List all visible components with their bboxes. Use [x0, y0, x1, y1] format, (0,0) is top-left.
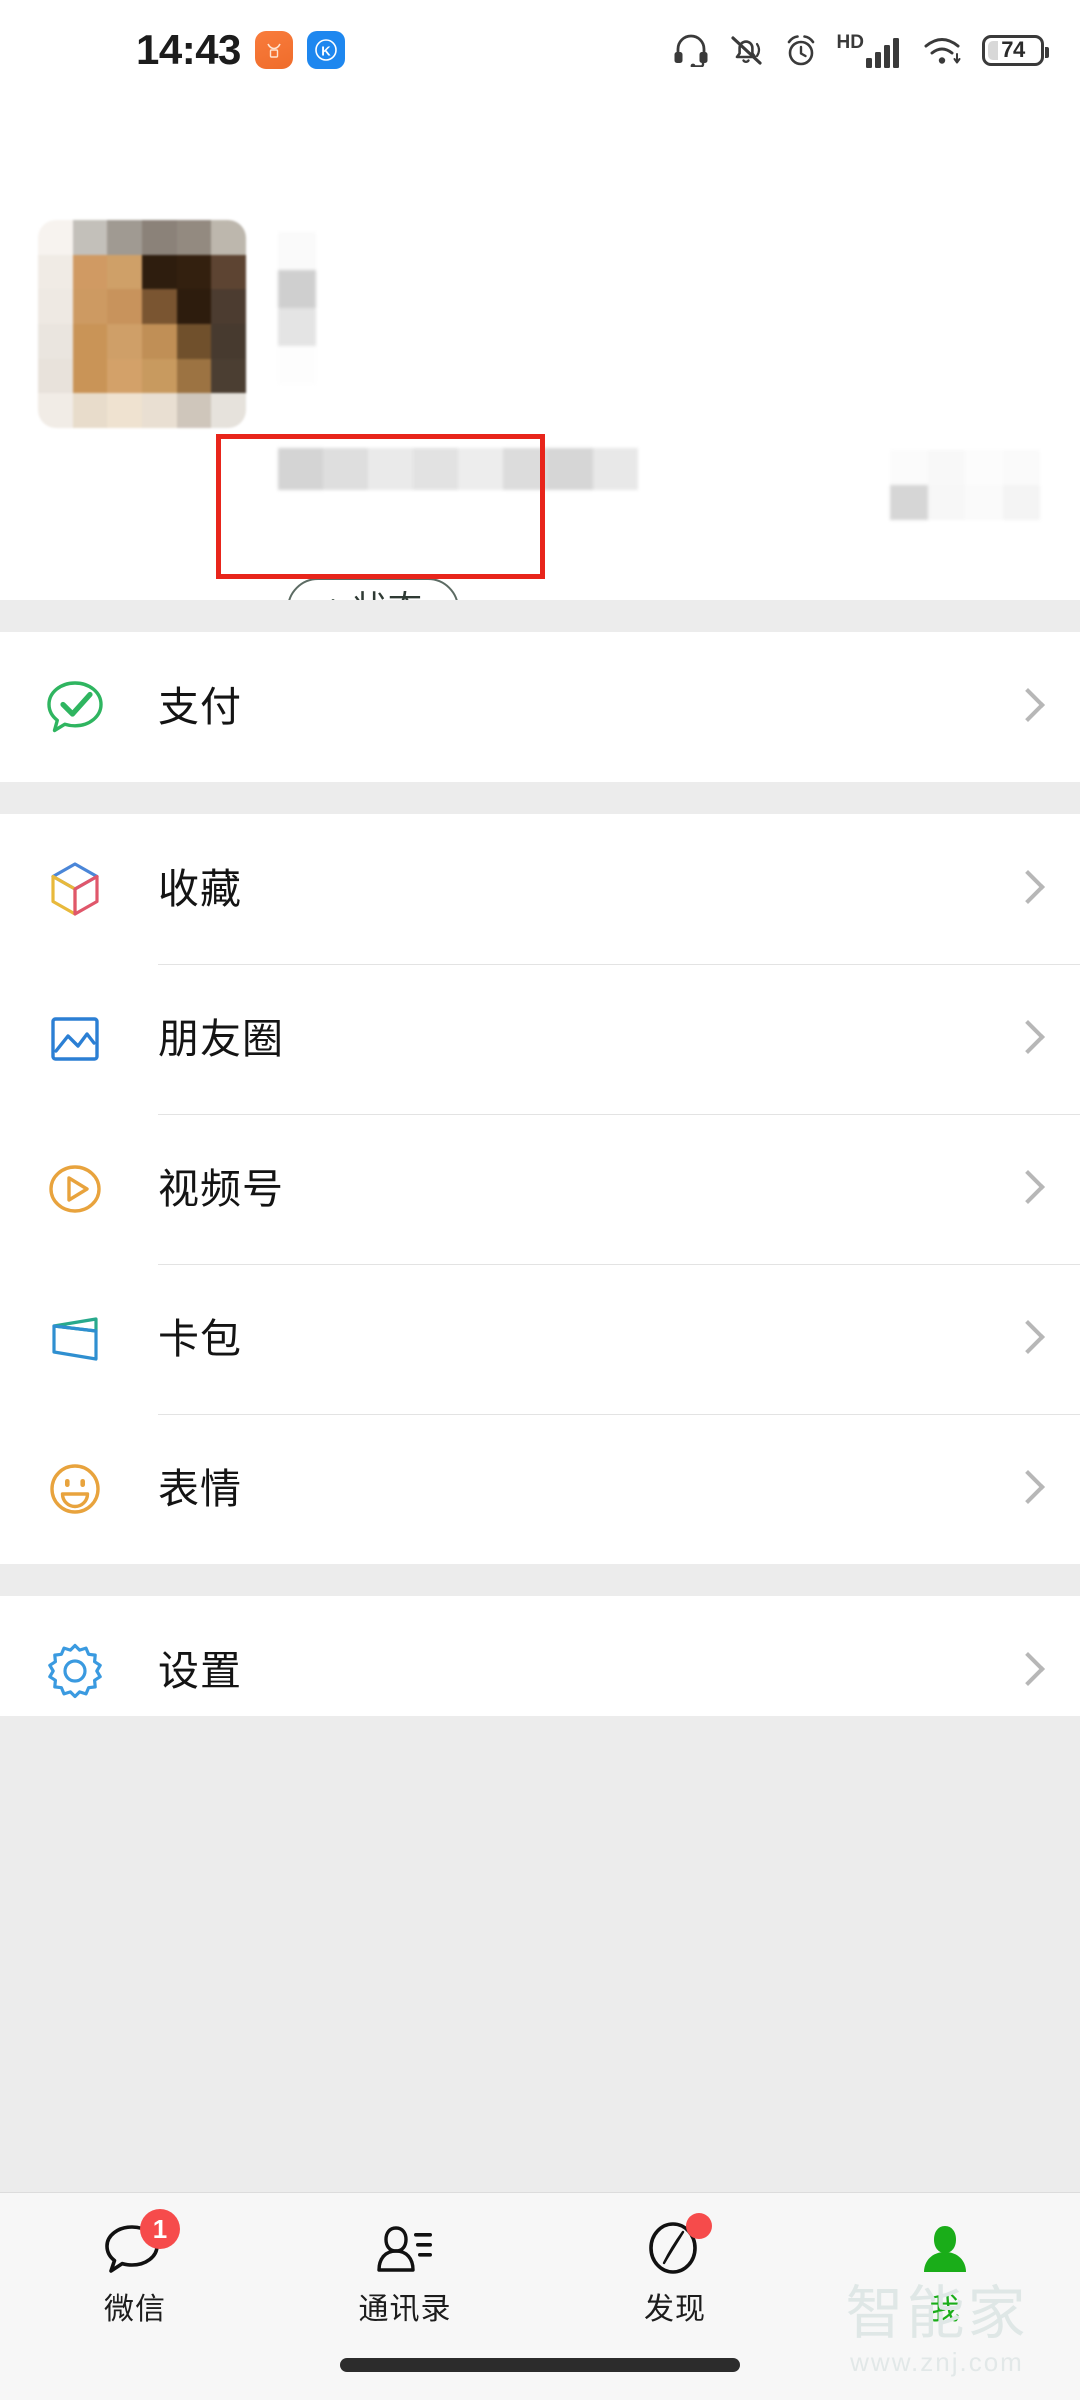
menu-item-label: 朋友圈: [158, 1015, 284, 1062]
chat-icon: 1: [96, 2209, 180, 2287]
tab-me[interactable]: 我: [810, 2193, 1080, 2400]
status-bar-right: HD 74: [672, 32, 1049, 68]
me-icon: [906, 2213, 984, 2287]
alarm-clock-icon: [782, 32, 820, 68]
status-bar-left: 14:43 K: [136, 29, 345, 71]
wifi-icon: [923, 33, 965, 67]
pay-icon: [38, 670, 112, 744]
status-bar-clock: 14:43: [136, 26, 241, 73]
menu-item-moments[interactable]: 朋友圈: [0, 964, 1080, 1114]
menu-group-main: 收藏 朋友圈 视频号 卡包 表情: [0, 814, 1080, 1564]
chevron-right-icon: [1014, 867, 1040, 911]
tab-label: 我: [929, 2293, 961, 2326]
battery-icon: 74: [982, 34, 1049, 66]
cards-icon: [38, 1302, 112, 1376]
menu-item-label: 表情: [158, 1465, 242, 1512]
discover-icon: [636, 2213, 714, 2287]
chevron-right-icon: [1014, 1167, 1040, 1211]
wechat-id-redacted: [278, 448, 638, 490]
menu-item-channels[interactable]: 视频号: [0, 1114, 1080, 1264]
menu-item-label: 视频号: [158, 1165, 284, 1212]
chevron-right-icon: [1014, 1017, 1040, 1061]
menu-item-pay[interactable]: 支付: [0, 632, 1080, 782]
kuaishou-icon: K: [306, 31, 345, 69]
settings-icon: [38, 1634, 112, 1708]
avatar[interactable]: [38, 220, 246, 428]
unread-badge: 1: [140, 2209, 180, 2249]
menu-item-label: 收藏: [158, 865, 242, 912]
chevron-right-icon: [1014, 1649, 1040, 1693]
tab-label: 发现: [644, 2293, 706, 2326]
menu-item-label: 支付: [158, 683, 242, 730]
section-gap: [0, 600, 1080, 632]
notification-dot: [686, 2213, 712, 2239]
battery-fill: [988, 40, 998, 60]
section-gap: [0, 1564, 1080, 1596]
tab-label: 微信: [104, 2293, 166, 2326]
favorites-icon: [38, 852, 112, 926]
menu-group-pay: 支付: [0, 632, 1080, 782]
contacts-icon: [366, 2213, 444, 2287]
page-backdrop: [0, 1716, 1080, 2192]
hd-label: HD: [836, 31, 864, 53]
moments-icon: [38, 1002, 112, 1076]
home-indicator[interactable]: [340, 2358, 740, 2372]
tab-label: 通讯录: [358, 2293, 452, 2326]
qr-code-redacted[interactable]: [890, 450, 1040, 520]
chevron-right-icon: [1014, 685, 1040, 729]
taobao-icon: [254, 31, 293, 69]
profile-header[interactable]: + 状态: [0, 100, 1080, 640]
section-gap: [0, 782, 1080, 814]
hd-signal-icon: HD: [837, 33, 906, 68]
channels-icon: [38, 1152, 112, 1226]
bell-muted-icon: [727, 32, 765, 68]
headset-icon: [672, 33, 710, 67]
menu-item-stickers[interactable]: 表情: [0, 1414, 1080, 1564]
status-bar: 14:43 K HD 74: [0, 0, 1080, 100]
chevron-right-icon: [1014, 1467, 1040, 1511]
avatar-mosaic-redaction: [38, 220, 246, 428]
menu-item-label: 卡包: [158, 1315, 242, 1362]
battery-percent: 74: [1001, 37, 1025, 62]
svg-text:K: K: [321, 44, 331, 59]
menu-item-cards[interactable]: 卡包: [0, 1264, 1080, 1414]
menu-item-label: 设置: [158, 1647, 242, 1694]
nickname-redacted: [278, 232, 316, 384]
stickers-icon: [38, 1452, 112, 1526]
bottom-tab-bar: 1 微信 通讯录 发现 我: [0, 2192, 1080, 2400]
chevron-right-icon: [1014, 1317, 1040, 1361]
tab-wechat[interactable]: 1 微信: [0, 2193, 270, 2400]
menu-item-favorites[interactable]: 收藏: [0, 814, 1080, 964]
